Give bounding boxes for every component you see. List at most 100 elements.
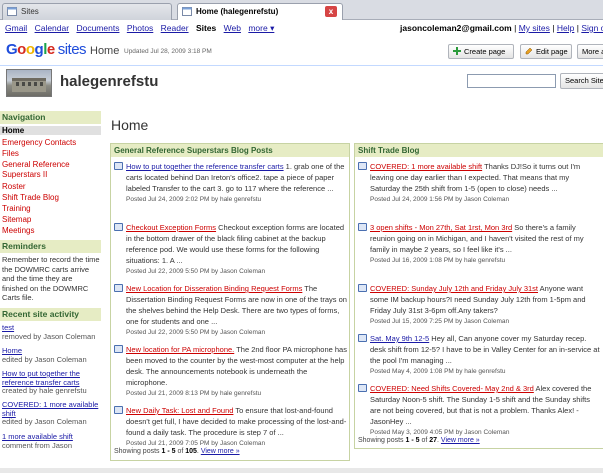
recent-activity-heading: Recent site activity	[0, 308, 101, 321]
gbar-link-calendar[interactable]: Calendar	[35, 23, 70, 33]
blog-post: New Location for Disseration Binding Req…	[114, 283, 347, 338]
horizontal-scrollbar[interactable]	[0, 468, 603, 473]
sidebar: Navigation Home Emergency Contacts Files…	[0, 108, 101, 473]
close-icon[interactable]: x	[325, 6, 337, 17]
sites-header: Google sites Home Updated Jul 28, 2009 3:…	[0, 36, 603, 66]
comment-icon	[114, 223, 123, 231]
post-title-link[interactable]: 3 open shifts - Mon 27th, Sat 1rst, Mon …	[370, 223, 512, 232]
nav-item-superstars-ii[interactable]: Superstars II	[2, 170, 47, 179]
browser-tab-bar: Sites x Home (halegenrefstu) x	[0, 0, 603, 20]
activity-link[interactable]: COVERED: 1 more available shift	[2, 400, 101, 418]
create-page-button[interactable]: Create page	[448, 44, 514, 59]
blog-post: Sat. May 9th 12-5 Hey all, Can anyone co…	[358, 333, 600, 377]
header-page-label: Home	[90, 45, 120, 57]
post-meta: Posted May 4, 2009 1:08 PM by hale genre…	[370, 368, 506, 375]
post-meta: Posted Jul 22, 2009 5:50 PM by Jason Col…	[126, 268, 266, 275]
comment-icon	[114, 162, 123, 170]
activity-item: test removed by Jason Coleman	[2, 323, 101, 341]
nav-item-meetings[interactable]: Meetings	[2, 226, 34, 235]
post-meta: Posted Jul 16, 2009 1:08 PM by hale genr…	[370, 257, 506, 264]
view-more-link[interactable]: View more »	[201, 448, 240, 455]
gbar-link-web[interactable]: Web	[224, 23, 241, 33]
reminders-heading: Reminders	[0, 240, 101, 253]
gadget-title: Shift Trade Blog	[355, 144, 603, 157]
comment-icon	[114, 406, 123, 414]
activity-item: COVERED: 1 more available shift edited b…	[2, 400, 101, 427]
blog-post: COVERED: Need Shifts Covered- May 2nd & …	[358, 383, 600, 438]
post-meta: Posted Jul 22, 2009 5:50 PM by Jason Col…	[126, 329, 266, 336]
post-title-link[interactable]: COVERED: 1 more available shift	[370, 162, 482, 171]
help-link[interactable]: Help	[557, 23, 574, 33]
gbar-link-photos[interactable]: Photos	[127, 23, 153, 33]
gbar-link-reader[interactable]: Reader	[161, 23, 189, 33]
post-title-link[interactable]: New location for PA microphone.	[126, 345, 234, 354]
post-title-link[interactable]: New Daily Task: Lost and Found	[126, 406, 233, 415]
sign-out-link[interactable]: Sign out	[581, 23, 603, 33]
reminders-text: Remember to record the time the DOWMRC c…	[2, 255, 100, 302]
browser-tab-home[interactable]: Home (halegenrefstu) x	[177, 3, 343, 20]
activity-item: 1 more available shift comment from Jaso…	[2, 432, 101, 450]
post-title-link[interactable]: How to put together the reference transf…	[126, 162, 284, 171]
post-meta: Posted Jul 24, 2009 1:56 PM by Jason Col…	[370, 196, 510, 203]
nav-item-home[interactable]: Home	[0, 126, 101, 135]
my-sites-link[interactable]: My sites	[519, 23, 550, 33]
page-title: Home	[111, 117, 149, 133]
nav-item-sitemap[interactable]: Sitemap	[2, 215, 31, 224]
nav-item-files[interactable]: Files	[2, 149, 19, 158]
activity-link[interactable]: How to put together the reference transf…	[2, 369, 101, 387]
gadget-title: General Reference Superstars Blog Posts	[111, 144, 349, 157]
separator: |	[514, 23, 517, 33]
create-page-label: Create page	[464, 47, 506, 56]
comment-icon	[358, 162, 367, 170]
activity-sub: comment from Jason	[2, 440, 73, 450]
pencil-icon	[525, 47, 533, 55]
page-icon	[182, 7, 192, 16]
updated-timestamp: Updated Jul 28, 2009 3:18 PM	[124, 48, 212, 55]
search-input[interactable]	[467, 74, 556, 88]
blog-post: COVERED: Sunday July 12th and Friday Jul…	[358, 283, 600, 327]
comment-icon	[358, 384, 367, 392]
nav-item-roster[interactable]: Roster	[2, 182, 26, 191]
activity-sub: edited by Jason Coleman	[2, 417, 87, 426]
nav-item-training[interactable]: Training	[2, 204, 31, 213]
site-logo-image	[6, 69, 52, 97]
blog-post: COVERED: 1 more available shift Thanks D…	[358, 161, 600, 205]
gbar-link-more[interactable]: more ▾	[248, 23, 274, 33]
comment-icon	[114, 284, 123, 292]
site-name[interactable]: halegenrefstu	[60, 73, 158, 90]
blog-post: Checkout Exception Forms Checkout except…	[114, 222, 347, 277]
superstars-blog-gadget: General Reference Superstars Blog Posts …	[110, 143, 350, 461]
nav-item-shift-trade-blog[interactable]: Shift Trade Blog	[2, 193, 59, 202]
gadget-footer: Showing posts 1 - 5 of 105. View more »	[114, 448, 240, 455]
gbar-link-documents[interactable]: Documents	[76, 23, 119, 33]
nav-item-general-reference[interactable]: General Reference	[2, 160, 70, 169]
browser-tab-sites[interactable]: Sites x	[2, 3, 196, 20]
post-title-link[interactable]: Checkout Exception Forms	[126, 223, 216, 232]
more-actions-button[interactable]: More actions ▾	[577, 44, 603, 59]
shift-trade-blog-gadget: Shift Trade Blog COVERED: 1 more availab…	[354, 143, 603, 449]
navigation-heading: Navigation	[0, 111, 101, 124]
gbar-link-gmail[interactable]: Gmail	[5, 23, 27, 33]
activity-sub: created by hale genrefstu	[2, 386, 87, 395]
plus-icon	[453, 47, 461, 55]
activity-item: How to put together the reference transf…	[2, 369, 101, 396]
page-icon	[7, 7, 17, 16]
view-more-link[interactable]: View more »	[441, 437, 480, 444]
user-email: jasoncoleman2@gmail.com	[400, 23, 512, 33]
post-title-link[interactable]: Sat. May 9th 12-5	[370, 334, 429, 343]
gadget-footer: Showing posts 1 - 5 of 27. View more »	[358, 437, 480, 444]
edit-page-button[interactable]: Edit page	[520, 44, 572, 59]
post-title-link[interactable]: COVERED: Sunday July 12th and Friday Jul…	[370, 284, 538, 293]
blog-post: How to put together the reference transf…	[114, 161, 347, 205]
activity-sub: edited by Jason Coleman	[2, 354, 87, 364]
google-sites-logo[interactable]: Google sites	[6, 41, 87, 58]
post-title-link[interactable]: COVERED: Need Shifts Covered- May 2nd & …	[370, 384, 534, 393]
google-bar: Gmail Calendar Documents Photos Reader S…	[0, 21, 603, 35]
blog-post: 3 open shifts - Mon 27th, Sat 1rst, Mon …	[358, 222, 600, 266]
blog-post: New location for PA microphone. The 2nd …	[114, 344, 347, 399]
search-site-button[interactable]: Search Site	[560, 73, 603, 89]
comment-icon	[358, 223, 367, 231]
comment-icon	[114, 345, 123, 353]
post-title-link[interactable]: New Location for Disseration Binding Req…	[126, 284, 302, 293]
nav-item-emergency-contacts[interactable]: Emergency Contacts	[2, 138, 76, 147]
